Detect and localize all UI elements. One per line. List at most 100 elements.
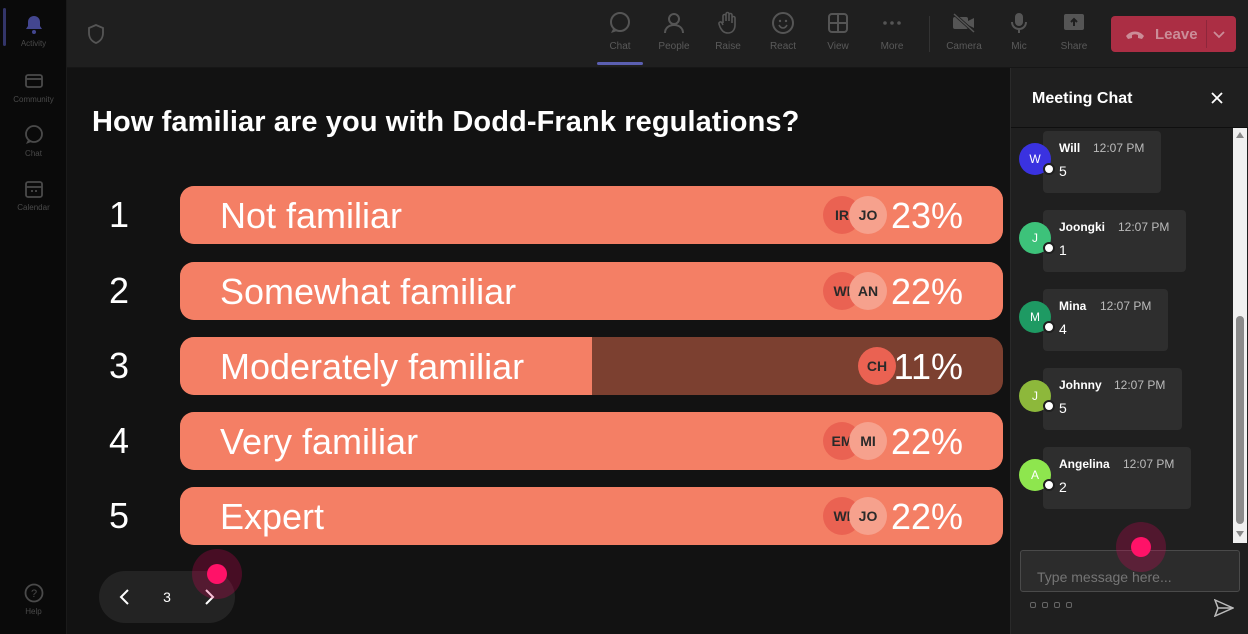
poll-option-row: 1 Not familiar IR JO 23% <box>67 186 1010 244</box>
option-percent: 23% <box>890 195 963 236</box>
presence-status <box>1043 321 1055 333</box>
rail-item-chat[interactable]: Chat <box>0 116 67 166</box>
poll-option-row: 5 Expert WI JO 22% <box>67 487 1010 545</box>
leave-divider <box>1206 20 1207 48</box>
scroll-thumb[interactable] <box>1236 316 1244 524</box>
voter-avatar: JO <box>849 196 887 234</box>
toolbar-label: React <box>769 41 797 52</box>
leave-button[interactable]: Leave <box>1111 16 1236 52</box>
emoji-icon[interactable] <box>1054 602 1060 608</box>
toolbar-people-button[interactable]: People <box>649 10 699 60</box>
grid-view-icon <box>825 10 851 36</box>
message-text: 4 <box>1059 321 1067 337</box>
message-text: 1 <box>1059 242 1067 258</box>
meeting-chat-panel: Meeting Chat Will 12:07 PM 5 W Joongki 1… <box>1010 68 1248 634</box>
chat-icon <box>607 10 633 36</box>
message-text: 5 <box>1059 163 1067 179</box>
option-number: 4 <box>108 420 130 461</box>
meeting-app: Activity Community Chat Calendar ? Help <box>0 0 1248 634</box>
chevron-down-icon[interactable] <box>1212 28 1226 40</box>
chat-message: Mina 12:07 PM 4 M <box>1011 286 1233 351</box>
message-text: 5 <box>1059 400 1067 416</box>
chat-scrollbar[interactable] <box>1233 128 1247 543</box>
option-number: 2 <box>108 270 130 311</box>
option-percent: 22% <box>890 271 963 312</box>
toolbar-label: People <box>658 41 690 52</box>
message-text: 2 <box>1059 479 1067 495</box>
rail-label: Help <box>25 607 42 616</box>
option-number: 5 <box>108 495 130 536</box>
toolbar-label: View <box>827 41 849 52</box>
meeting-toolbar: Chat People Raise React View More Camera… <box>67 0 1248 68</box>
option-percent: 22% <box>890 421 963 462</box>
option-label: Very familiar <box>220 421 419 462</box>
option-percent: 22% <box>890 496 963 537</box>
ellipsis-icon <box>879 10 905 36</box>
message-time: 12:07 PM <box>1100 299 1152 313</box>
toolbar-view-button[interactable]: View <box>813 10 863 60</box>
message-bubble: Will 12:07 PM 5 <box>1043 131 1161 193</box>
community-icon <box>23 70 45 92</box>
toolbar-raise-button[interactable]: Raise <box>703 10 753 60</box>
attach-icon[interactable] <box>1042 602 1048 608</box>
sender-name: Joongki <box>1059 220 1106 234</box>
message-time: 12:07 PM <box>1118 220 1170 234</box>
toolbar-label: Mic <box>1011 41 1027 52</box>
toolbar-label: Share <box>1060 41 1088 52</box>
chat-title: Meeting Chat <box>1032 90 1133 107</box>
toolbar-react-button[interactable]: React <box>758 10 808 60</box>
scroll-up-icon[interactable] <box>1236 132 1244 138</box>
chat-message-list[interactable]: Will 12:07 PM 5 W Joongki 12:07 PM 1 J M <box>1011 128 1233 543</box>
shield-icon[interactable] <box>87 24 105 44</box>
format-toolbar <box>1030 602 1072 608</box>
presence-status <box>1043 400 1055 412</box>
message-bubble: Mina 12:07 PM 4 <box>1043 289 1168 351</box>
rail-item-calendar[interactable]: Calendar <box>0 170 67 220</box>
format-icon[interactable] <box>1030 602 1036 608</box>
smiley-icon <box>770 10 796 36</box>
active-tab-indicator <box>597 62 643 65</box>
chat-message: Will 12:07 PM 5 W <box>1011 128 1233 193</box>
voter-avatar: CH <box>858 347 896 385</box>
sender-name: Will <box>1059 141 1081 155</box>
gif-icon[interactable] <box>1066 602 1072 608</box>
toolbar-label: Chat <box>609 41 631 52</box>
close-icon[interactable] <box>1209 90 1225 106</box>
leave-label: Leave <box>1155 25 1198 43</box>
presence-status <box>1043 163 1055 175</box>
poll-option-row: 3 Moderately familiar CH 11% <box>67 337 1010 395</box>
rail-label: Community <box>13 95 54 104</box>
toolbar-share-button[interactable]: Share <box>1049 10 1099 60</box>
chat-bubble-icon <box>23 124 45 146</box>
rail-label: Calendar <box>17 203 50 212</box>
chevron-left-icon[interactable] <box>117 588 133 606</box>
rail-item-community[interactable]: Community <box>0 62 67 112</box>
option-bar: Not familiar IR JO 23% <box>180 186 1003 244</box>
people-icon <box>661 10 687 36</box>
send-icon[interactable] <box>1213 598 1235 618</box>
rail-item-activity[interactable]: Activity <box>0 6 67 56</box>
poll-question: How familiar are you with Dodd-Frank reg… <box>92 106 800 138</box>
message-bubble: Angelina 12:07 PM 2 <box>1043 447 1191 509</box>
chat-message: Angelina 12:07 PM 2 A <box>1011 444 1233 509</box>
toolbar-mic-button[interactable]: Mic <box>994 10 1044 60</box>
sender-name: Johnny <box>1059 378 1102 392</box>
bell-icon <box>23 14 45 36</box>
microphone-icon <box>1006 10 1032 36</box>
rail-item-help[interactable]: ? Help <box>0 574 67 624</box>
toolbar-more-button[interactable]: More <box>867 10 917 60</box>
message-bubble: Johnny 12:07 PM 5 <box>1043 368 1182 430</box>
option-bar: Moderately familiar CH 11% <box>180 337 1003 395</box>
message-time: 12:07 PM <box>1114 378 1166 392</box>
toolbar-chat-button[interactable]: Chat <box>595 10 645 60</box>
page-number: 3 <box>163 589 171 605</box>
voter-avatar: MI <box>849 422 887 460</box>
calendar-icon <box>23 178 45 200</box>
message-time: 12:07 PM <box>1093 141 1145 155</box>
voter-avatar: JO <box>849 497 887 535</box>
toolbar-camera-button[interactable]: Camera <box>939 10 989 60</box>
voter-avatar: AN <box>849 272 887 310</box>
option-label: Expert <box>220 496 325 537</box>
message-time: 12:07 PM <box>1123 457 1175 471</box>
scroll-down-icon[interactable] <box>1236 531 1244 537</box>
